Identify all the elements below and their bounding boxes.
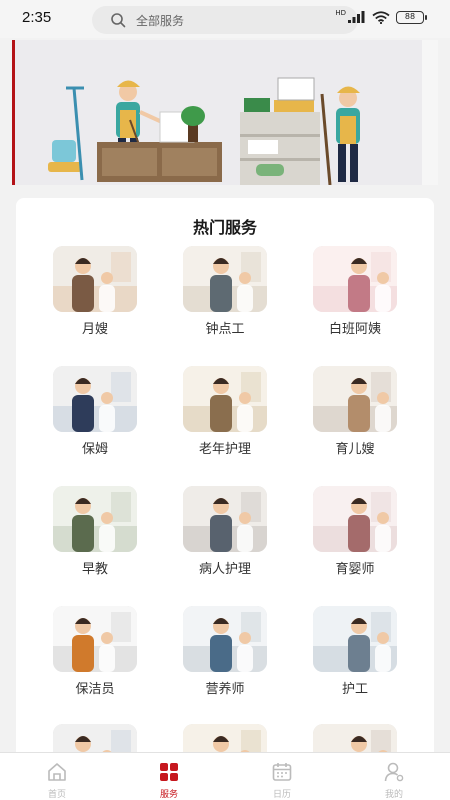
service-photo — [313, 606, 397, 672]
service-thumbnail — [183, 606, 267, 672]
promo-banner[interactable] — [12, 40, 438, 185]
service-label: 护工 — [341, 682, 368, 697]
banner-accent-line — [12, 40, 15, 185]
service-day-nanny[interactable]: 白班阿姨 — [295, 246, 415, 356]
service-photo — [183, 486, 267, 552]
tab-home-label: 首页 — [47, 790, 66, 800]
battery-indicator: 88 — [396, 10, 427, 24]
service-infant-care[interactable]: 育婴师 — [295, 486, 415, 596]
tab-home[interactable]: 首页 — [27, 759, 87, 800]
service-thumbnail — [183, 366, 267, 432]
service-label: 老年护理 — [198, 442, 251, 457]
service-childcare[interactable]: 育儿嫂 — [295, 366, 415, 476]
service-label: 保洁员 — [75, 682, 115, 697]
service-label: 育婴师 — [335, 562, 375, 577]
service-caregiver[interactable]: 护工 — [295, 606, 415, 716]
tab-services-label: 服务 — [159, 790, 178, 800]
tab-calendar[interactable]: 日历 — [252, 759, 312, 800]
service-photo — [183, 246, 267, 312]
tab-profile[interactable]: 我的 — [364, 759, 424, 800]
service-label: 保姆 — [81, 442, 108, 457]
tab-services[interactable]: 服务 — [139, 759, 199, 800]
service-early-education[interactable]: 早教 — [35, 486, 155, 596]
popular-services-card: 热门服务 月嫂 钟点工 白班阿姨保姆 老年护理 育儿嫂早教 病人护理 育婴师保洁员 营养师 护工 — [16, 198, 434, 768]
service-thumbnail — [183, 246, 267, 312]
tab-profile-label: 我的 — [384, 790, 403, 800]
signal-icon — [348, 11, 365, 23]
service-label: 病人护理 — [198, 562, 251, 577]
service-thumbnail — [53, 366, 137, 432]
home-icon — [48, 763, 66, 781]
service-nanny[interactable]: 保姆 — [35, 366, 155, 476]
service-label: 月嫂 — [81, 322, 108, 337]
service-label: 育儿嫂 — [335, 442, 375, 457]
service-label: 白班阿姨 — [328, 322, 381, 337]
service-hourly-worker[interactable]: 钟点工 — [165, 246, 285, 356]
service-thumbnail — [313, 486, 397, 552]
service-thumbnail — [313, 366, 397, 432]
service-photo — [53, 606, 137, 672]
service-label: 早教 — [81, 562, 108, 577]
network-type: HD — [335, 8, 346, 17]
calendar-icon — [272, 763, 292, 781]
service-photo — [313, 246, 397, 312]
services-grid-icon — [160, 763, 178, 781]
top-bar: 2:35 全部服务 HD 88 — [0, 0, 450, 38]
service-thumbnail — [53, 246, 137, 312]
service-nutritionist[interactable]: 营养师 — [165, 606, 285, 716]
status-icons: HD 88 — [335, 8, 427, 25]
service-thumbnail — [313, 606, 397, 672]
banner-illustration — [12, 40, 438, 185]
service-thumbnail — [53, 606, 137, 672]
service-label: 钟点工 — [205, 322, 245, 337]
service-photo — [53, 486, 137, 552]
section-title: 热门服务 — [192, 218, 257, 237]
tab-calendar-label: 日历 — [272, 790, 291, 800]
service-elderly-care[interactable]: 老年护理 — [165, 366, 285, 476]
search-placeholder: 全部服务 — [136, 14, 185, 28]
service-yuesao[interactable]: 月嫂 — [35, 246, 155, 356]
service-thumbnail — [183, 486, 267, 552]
profile-icon — [384, 762, 404, 782]
service-cleaner[interactable]: 保洁员 — [35, 606, 155, 716]
bottom-tab-bar: 首页 服务 日历 我的 — [0, 752, 450, 800]
search-icon — [111, 13, 126, 28]
service-photo — [53, 366, 137, 432]
service-photo — [313, 486, 397, 552]
service-thumbnail — [313, 246, 397, 312]
service-photo — [183, 606, 267, 672]
service-label: 营养师 — [205, 682, 245, 697]
service-photo — [53, 246, 137, 312]
search-bar[interactable]: 全部服务 — [92, 6, 358, 34]
wifi-icon — [372, 10, 390, 24]
status-time: 2:35 — [22, 9, 52, 26]
service-thumbnail — [53, 486, 137, 552]
service-photo — [313, 366, 397, 432]
service-photo — [183, 366, 267, 432]
service-patient-care[interactable]: 病人护理 — [165, 486, 285, 596]
